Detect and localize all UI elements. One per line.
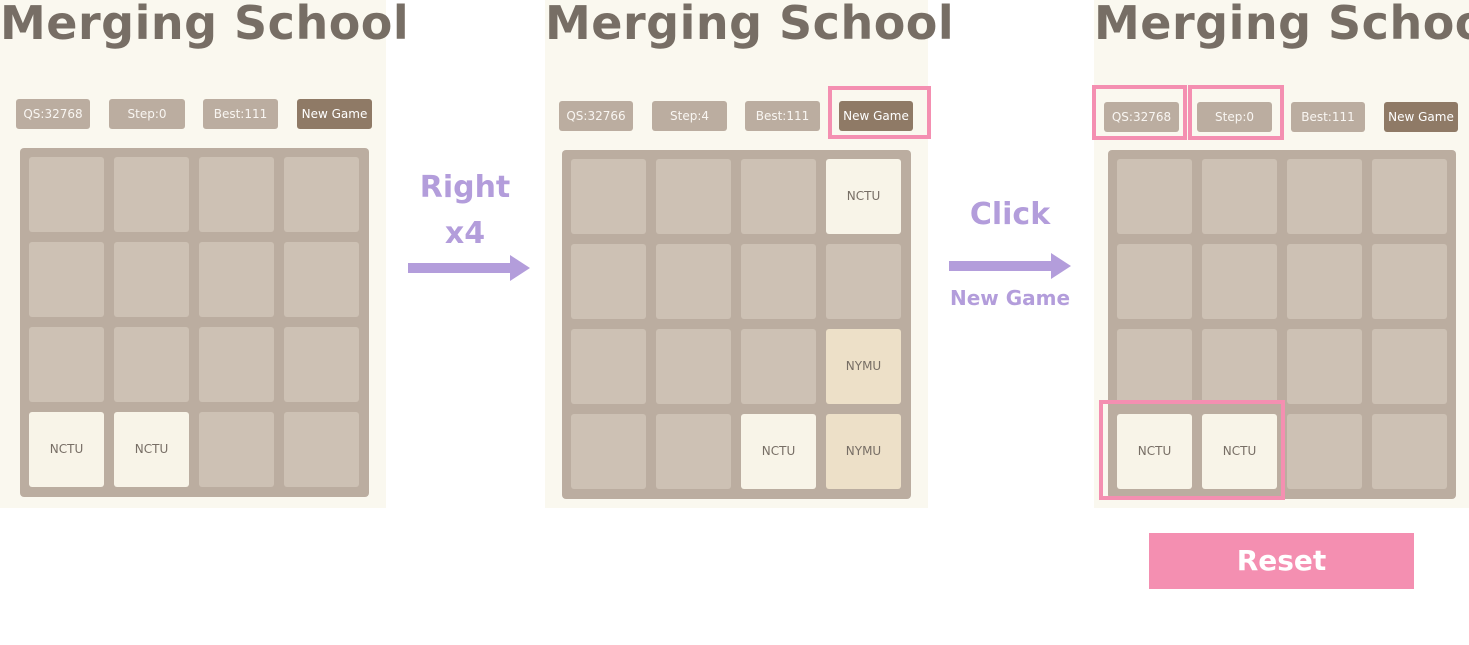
- step-counter-badge: Step:0: [109, 99, 185, 129]
- right-arrow-icon: [408, 255, 530, 281]
- board-cell: [741, 329, 816, 404]
- board-cell: [114, 157, 189, 232]
- new-game-button[interactable]: New Game: [1384, 102, 1458, 132]
- board-cell: [114, 242, 189, 317]
- board-cell: [1202, 244, 1277, 319]
- best-score-badge: Best:111: [1291, 102, 1365, 132]
- qs-score-badge: QS:32768: [16, 99, 90, 129]
- tile-nctu: NCTU: [29, 412, 104, 487]
- board-cell: [199, 412, 274, 487]
- tile-nymu: NYMU: [826, 329, 901, 404]
- board-cell: [1287, 414, 1362, 489]
- tile-nctu: NCTU: [826, 159, 901, 234]
- board-cell: [1117, 329, 1192, 404]
- game-title: Merging School: [1094, 0, 1469, 50]
- board-cell: [1372, 414, 1447, 489]
- board-cell: [1117, 244, 1192, 319]
- board-cell: [571, 159, 646, 234]
- board-cell: [1287, 244, 1362, 319]
- game-board: NCTU NCTU: [20, 148, 369, 497]
- board-cell: [199, 157, 274, 232]
- board-cell: [741, 159, 816, 234]
- board-cell: [656, 244, 731, 319]
- transition-label-x4: x4: [444, 216, 486, 251]
- board-cell: [656, 329, 731, 404]
- new-game-button[interactable]: New Game: [297, 99, 372, 129]
- board-cell: [199, 242, 274, 317]
- board-cell: [1202, 159, 1277, 234]
- board-cell: [826, 244, 901, 319]
- board-cell: [1202, 329, 1277, 404]
- transition-label-new-game: New Game: [949, 286, 1071, 310]
- board-cell: [284, 242, 359, 317]
- board-cell: [284, 327, 359, 402]
- reset-everything-caption: Reset everything: [1149, 533, 1414, 633]
- game-panel-reset: Merging School QS:32768 Step:0 Best:111 …: [1094, 0, 1469, 508]
- board-cell: [114, 327, 189, 402]
- board-cell: [1117, 159, 1192, 234]
- tile-nymu: NYMU: [826, 414, 901, 489]
- tile-nctu: NCTU: [114, 412, 189, 487]
- board-cell: [741, 244, 816, 319]
- board-cell: [1372, 329, 1447, 404]
- game-board: NCTU NYMU NCTU NYMU: [562, 150, 911, 499]
- board-cell: [29, 327, 104, 402]
- qs-score-badge: QS:32768: [1104, 102, 1179, 132]
- board-cell: [29, 157, 104, 232]
- board-cell: [656, 159, 731, 234]
- game-panel-initial: Merging School QS:32768 Step:0 Best:111 …: [0, 0, 410, 508]
- transition-label-click: Click: [969, 197, 1051, 232]
- game-board: NCTU NCTU: [1108, 150, 1456, 499]
- board-cell: [1372, 244, 1447, 319]
- board-cell: [571, 414, 646, 489]
- game-title: Merging School: [0, 0, 410, 50]
- qs-score-badge: QS:32766: [559, 101, 633, 131]
- tile-nctu: NCTU: [1117, 414, 1192, 489]
- board-cell: [1287, 329, 1362, 404]
- tile-nctu: NCTU: [741, 414, 816, 489]
- board-cell: [1287, 159, 1362, 234]
- board-cell: [199, 327, 274, 402]
- step-counter-badge: Step:0: [1197, 102, 1272, 132]
- board-cell: [571, 329, 646, 404]
- board-cell: [656, 414, 731, 489]
- game-title: Merging School: [545, 0, 955, 50]
- tile-nctu: NCTU: [1202, 414, 1277, 489]
- best-score-badge: Best:111: [745, 101, 820, 131]
- transition-label-right: Right: [419, 170, 511, 205]
- step-counter-badge: Step:4: [652, 101, 727, 131]
- best-score-badge: Best:111: [203, 99, 278, 129]
- board-cell: [29, 242, 104, 317]
- game-panel-after-moves: Merging School QS:32766 Step:4 Best:111 …: [545, 0, 955, 508]
- right-arrow-icon: [949, 253, 1071, 279]
- board-cell: [1372, 159, 1447, 234]
- board-cell: [284, 157, 359, 232]
- board-cell: [571, 244, 646, 319]
- new-game-button[interactable]: New Game: [839, 101, 913, 131]
- board-cell: [284, 412, 359, 487]
